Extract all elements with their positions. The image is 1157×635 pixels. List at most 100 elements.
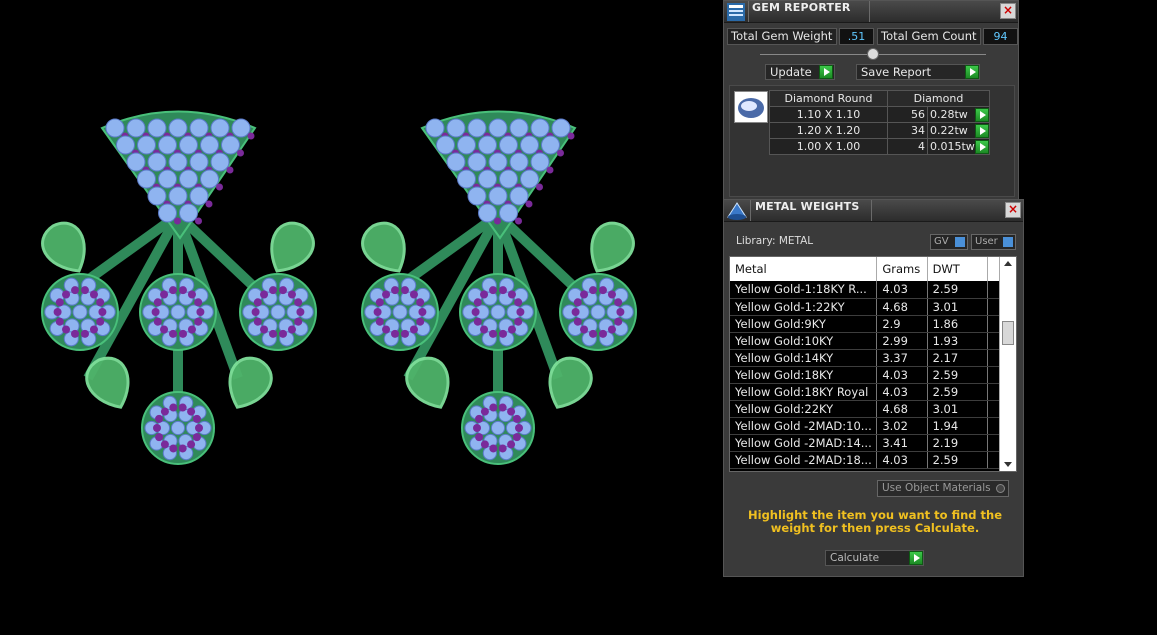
prong [471,308,480,316]
3d-viewport[interactable] [0,0,722,635]
prong [192,414,201,423]
gem-size: 1.20 X 1.20 [769,122,888,139]
grams-col-header[interactable]: Grams [876,257,928,281]
prong [614,317,623,326]
save-report-go-icon[interactable] [965,65,979,79]
calculate-go-icon[interactable] [909,551,923,565]
diamond-stone [436,135,455,155]
metal-row[interactable]: Yellow Gold:18KY Royal 4.03 2.59 [730,383,1001,401]
prong [391,286,400,295]
diamond-stone [126,118,146,138]
gem-size: 1.10 X 1.10 [769,106,888,123]
gem-row[interactable]: 1.00 X 1.00 4 0.015tw [769,138,990,155]
metal-row[interactable]: Yellow Gold-1:22KY 4.68 3.01 [730,298,1001,316]
metal-row[interactable]: Yellow Gold-1:18KY R... 4.03 2.59 [730,281,1001,299]
prong [516,308,525,316]
prong [536,183,543,191]
prong [480,407,489,416]
gem-reporter-icon [726,2,746,22]
prong [237,149,244,157]
prong [260,290,269,299]
gem-row-1-go-icon[interactable] [975,108,989,122]
prong [607,325,616,334]
gv-toggle[interactable]: GV [930,234,968,250]
metal-col-header[interactable]: Metal [730,257,878,281]
user-label: User [975,236,998,247]
metal-row[interactable]: Yellow Gold:18KY 4.03 2.59 [730,366,1001,384]
prong [155,414,164,423]
library-label: Library: METAL [736,235,814,247]
prong [80,329,89,338]
diamond-stone [105,118,125,138]
prong [169,286,178,295]
dwt-col-header[interactable]: DWT [927,257,988,281]
prong [98,308,107,316]
metal-row[interactable]: Yellow Gold -2MAD:18... 4.03 2.59 [730,451,1001,469]
prong [205,200,213,208]
prong [187,290,196,299]
metal-row[interactable]: Yellow Gold:14KY 3.37 2.17 [730,349,1001,367]
prong [178,286,187,295]
scroll-down-icon[interactable] [1004,462,1012,467]
gem-row[interactable]: 1.10 X 1.10 56 0.28tw [769,106,990,123]
gem-row[interactable]: 1.20 X 1.20 34 0.22tw [769,122,990,139]
diamond-stone [137,135,156,155]
prong [269,329,278,338]
diamond-stone [189,118,209,138]
diamond-stone [467,186,487,206]
prong [494,217,501,225]
close-icon[interactable]: × [1000,3,1016,19]
prong [71,286,80,295]
prong [514,317,523,326]
diamond-stone [189,152,209,172]
leaf-element [41,221,86,273]
slider-knob-icon[interactable] [867,48,879,60]
metal-metal-cell: Yellow Gold:14KY [730,349,878,367]
prong [89,325,98,334]
prong [475,414,484,423]
diamond-stone [210,118,230,138]
prong [489,444,498,453]
diamond-stone [478,169,497,189]
save-report-button[interactable]: Save Report [856,64,980,80]
diamond-thumbnail-icon[interactable] [734,91,768,123]
prong [296,308,305,316]
scroll-up-icon[interactable] [1004,261,1012,266]
diamond-stone [210,152,230,172]
prong [160,440,169,449]
metal-grams-cell: 4.03 [876,366,928,384]
prong [187,325,196,334]
metal-row[interactable]: Yellow Gold:10KY 2.99 1.93 [730,332,1001,350]
metal-row[interactable]: Yellow Gold -2MAD:14... 3.41 2.19 [730,434,1001,452]
metal-row[interactable]: Yellow Gold:22KY 4.68 3.01 [730,400,1001,418]
diamond-stone [478,203,497,223]
metal-weights-titlebar[interactable]: METAL WEIGHTS × [724,200,1023,222]
gem-table: Diamond Round Diamond 1.10 X 1.10 56 0.2… [769,90,990,155]
diamond-stone [520,169,539,189]
close-icon[interactable]: × [1005,202,1021,218]
user-toggle[interactable]: User [971,234,1016,250]
metal-row[interactable]: Yellow Gold:9KY 2.9 1.86 [730,315,1001,333]
use-object-materials-toggle[interactable]: Use Object Materials [877,480,1009,497]
leaf-element [270,221,315,273]
metal-list-scrollbar[interactable] [999,257,1016,471]
metal-dwt-cell: 2.59 [927,366,988,384]
prong [153,298,162,307]
prong [512,433,521,442]
diamond-stone [446,118,466,138]
gem-row-2-go-icon[interactable] [975,124,989,138]
diamond-stone [499,135,518,155]
scroll-thumb[interactable] [1002,321,1014,345]
prong [418,308,427,316]
metal-row[interactable]: Yellow Gold -2MAD:10... 3.02 1.94 [730,417,1001,435]
update-go-icon[interactable] [819,65,833,79]
prong [507,290,516,299]
prong [169,403,178,412]
metal-list[interactable]: Metal Grams DWT Yellow Gold-1:18KY R... 4… [729,256,1017,472]
prong [580,290,589,299]
gem-row-3-go-icon[interactable] [975,140,989,154]
prong [195,424,203,432]
gem-reporter-titlebar[interactable]: GEM REPORTER × [724,1,1018,23]
diamond-stone [488,118,508,138]
diamond-stone [147,118,167,138]
